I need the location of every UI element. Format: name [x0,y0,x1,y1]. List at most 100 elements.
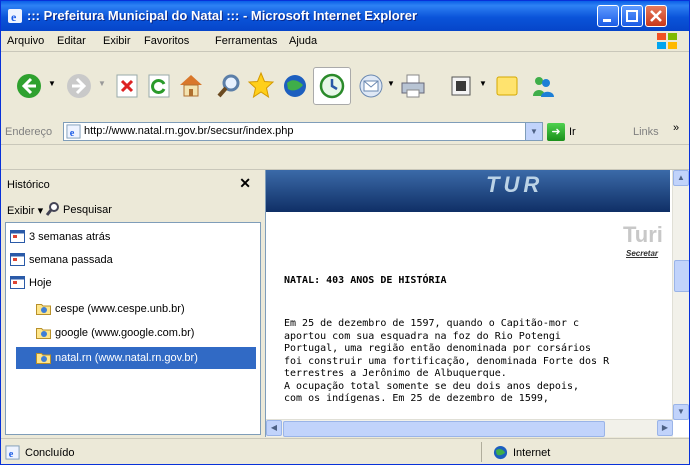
close-button[interactable] [645,5,667,27]
address-label: Endereço [5,126,53,138]
edit-dropdown-icon[interactable]: ▼ [479,79,487,88]
history-pane: Histórico ✕ Exibir ▾ Pesquisar 3 semanas… [1,170,263,437]
page-viewport[interactable]: TUR Turi Secretar NATAL: 403 ANOS DE HIS… [265,170,689,437]
scroll-down-icon[interactable]: ▼ [673,404,689,420]
status-bar: e Concluído Internet [1,438,689,464]
menu-arquivo[interactable]: Arquivo [7,35,44,47]
chevron-right-icon[interactable]: » [673,122,679,134]
page-paragraph: Em 25 de dezembro de 1597, quando o Capi… [284,318,666,406]
svg-text:e: e [9,449,14,460]
menu-bar: Arquivo Editar Exibir Favoritos Ferramen… [1,31,689,52]
toolbar-band [1,145,689,170]
menu-ferramentas[interactable]: Ferramentas [215,35,277,47]
menu-exibir[interactable]: Exibir [103,35,131,47]
folder-icon [36,353,51,364]
media-icon[interactable] [281,72,309,100]
calendar-icon [10,230,25,243]
messenger-icon[interactable] [529,72,557,100]
history-button[interactable] [313,67,351,105]
scroll-thumb[interactable] [674,260,689,292]
maximize-button[interactable] [621,5,643,27]
minimize-button[interactable] [597,5,619,27]
paragraph-line: A ocupação total somente se deu dois ano… [284,380,580,392]
history-tree: 3 semanas atrás semana passada Hoje cesp… [5,222,261,435]
links-label[interactable]: Links [633,126,659,138]
menu-ajuda[interactable]: Ajuda [289,35,317,47]
home-icon[interactable] [177,71,205,99]
print-icon[interactable] [399,72,427,100]
scroll-up-icon[interactable]: ▲ [673,170,689,186]
minimize-icon [603,19,611,22]
forward-dropdown-icon[interactable]: ▼ [98,79,106,88]
banner-text: TUR [486,172,544,197]
back-dropdown-icon[interactable]: ▼ [48,79,56,88]
go-button[interactable]: ➜ [547,123,565,141]
history-item-google[interactable]: google (www.google.com.br) [36,325,256,343]
paragraph-line: aportou com sua esquadra na foz do Rio P… [284,330,561,342]
title-bar[interactable]: e ::: Prefeitura Municipal do Natal ::: … [1,1,689,31]
security-zone-text: Internet [513,447,551,459]
mail-dropdown-icon[interactable]: ▼ [387,79,395,88]
page-done-icon: e [5,445,20,460]
svg-text:e: e [11,10,17,24]
search-icon[interactable] [215,72,243,100]
stop-icon[interactable] [113,72,141,100]
menu-editar[interactable]: Editar [57,35,86,47]
maximize-icon [626,10,638,22]
svg-text:e: e [70,128,75,139]
edit-icon[interactable] [447,72,475,100]
search-icon [45,202,59,216]
window-title: ::: Prefeitura Municipal do Natal ::: - … [27,8,418,23]
history-item-3-weeks[interactable]: 3 semanas atrás [10,229,256,247]
history-icon [319,73,345,99]
forward-icon[interactable] [65,72,93,100]
history-pane-toolbar: Exibir ▾ Pesquisar [1,197,263,221]
scroll-left-icon[interactable]: ◀ [266,420,282,436]
view-menu-button[interactable]: Exibir ▾ [7,204,43,217]
history-item-today[interactable]: Hoje [10,275,256,293]
status-text: Concluído [25,447,75,459]
calendar-icon [10,276,25,289]
paragraph-line: Em 25 de dezembro de 1597, quando o Capi… [284,318,580,329]
folder-icon [36,328,51,339]
page-heading: NATAL: 403 ANOS DE HISTÓRIA [284,275,447,286]
site-logo-subtitle: Secretar [626,249,659,258]
page-icon: e [66,124,81,139]
scroll-thumb-horizontal[interactable] [283,421,605,437]
close-icon [650,10,662,22]
internet-zone-icon [493,445,508,460]
back-icon[interactable] [15,72,43,100]
site-banner: TUR [266,170,670,212]
go-label[interactable]: Ir [569,126,576,138]
history-item-cespe[interactable]: cespe (www.cespe.unb.br) [36,301,256,319]
scroll-right-icon[interactable]: ▶ [657,420,673,436]
paragraph-line: terrestres a Jerônimo de Albuquerque. [284,368,507,379]
address-url: http://www.natal.rn.gov.br/secsur/index.… [84,125,294,137]
address-dropdown-icon[interactable]: ▼ [525,123,542,140]
favorites-icon[interactable] [247,71,275,99]
address-input[interactable]: e http://www.natal.rn.gov.br/secsur/inde… [63,122,543,141]
menu-favoritos[interactable]: Favoritos [144,35,189,47]
history-pane-header: Histórico ✕ [1,170,263,196]
folder-icon [36,304,51,315]
address-bar: Endereço e http://www.natal.rn.gov.br/se… [1,120,689,145]
status-divider [481,442,482,462]
go-arrow-icon: ➜ [551,126,561,138]
history-pane-title: Histórico [7,179,50,191]
horizontal-scrollbar[interactable]: ◀ ▶ [266,419,673,437]
search-history-button[interactable]: Pesquisar [63,204,112,216]
refresh-icon[interactable] [145,72,173,100]
paragraph-line: Portugal, uma região então denominada po… [284,343,592,354]
vertical-scrollbar[interactable]: ▲ ▼ [672,170,689,420]
close-pane-icon[interactable]: ✕ [239,175,251,192]
history-item-last-week[interactable]: semana passada [10,252,256,270]
ie-logo-icon: e [8,9,22,24]
mail-icon[interactable] [357,72,385,100]
windows-logo-icon [657,33,677,49]
browser-window: e ::: Prefeitura Municipal do Natal ::: … [0,0,690,465]
site-logo-text: Turi [623,222,663,247]
history-item-natal[interactable]: natal.rn (www.natal.rn.gov.br) [16,347,256,369]
paragraph-line: foi construir uma fortificação, denomina… [284,355,610,367]
discuss-icon[interactable] [493,72,521,100]
standard-toolbar: ▼ ▼ ▼ ▼ [1,52,689,121]
